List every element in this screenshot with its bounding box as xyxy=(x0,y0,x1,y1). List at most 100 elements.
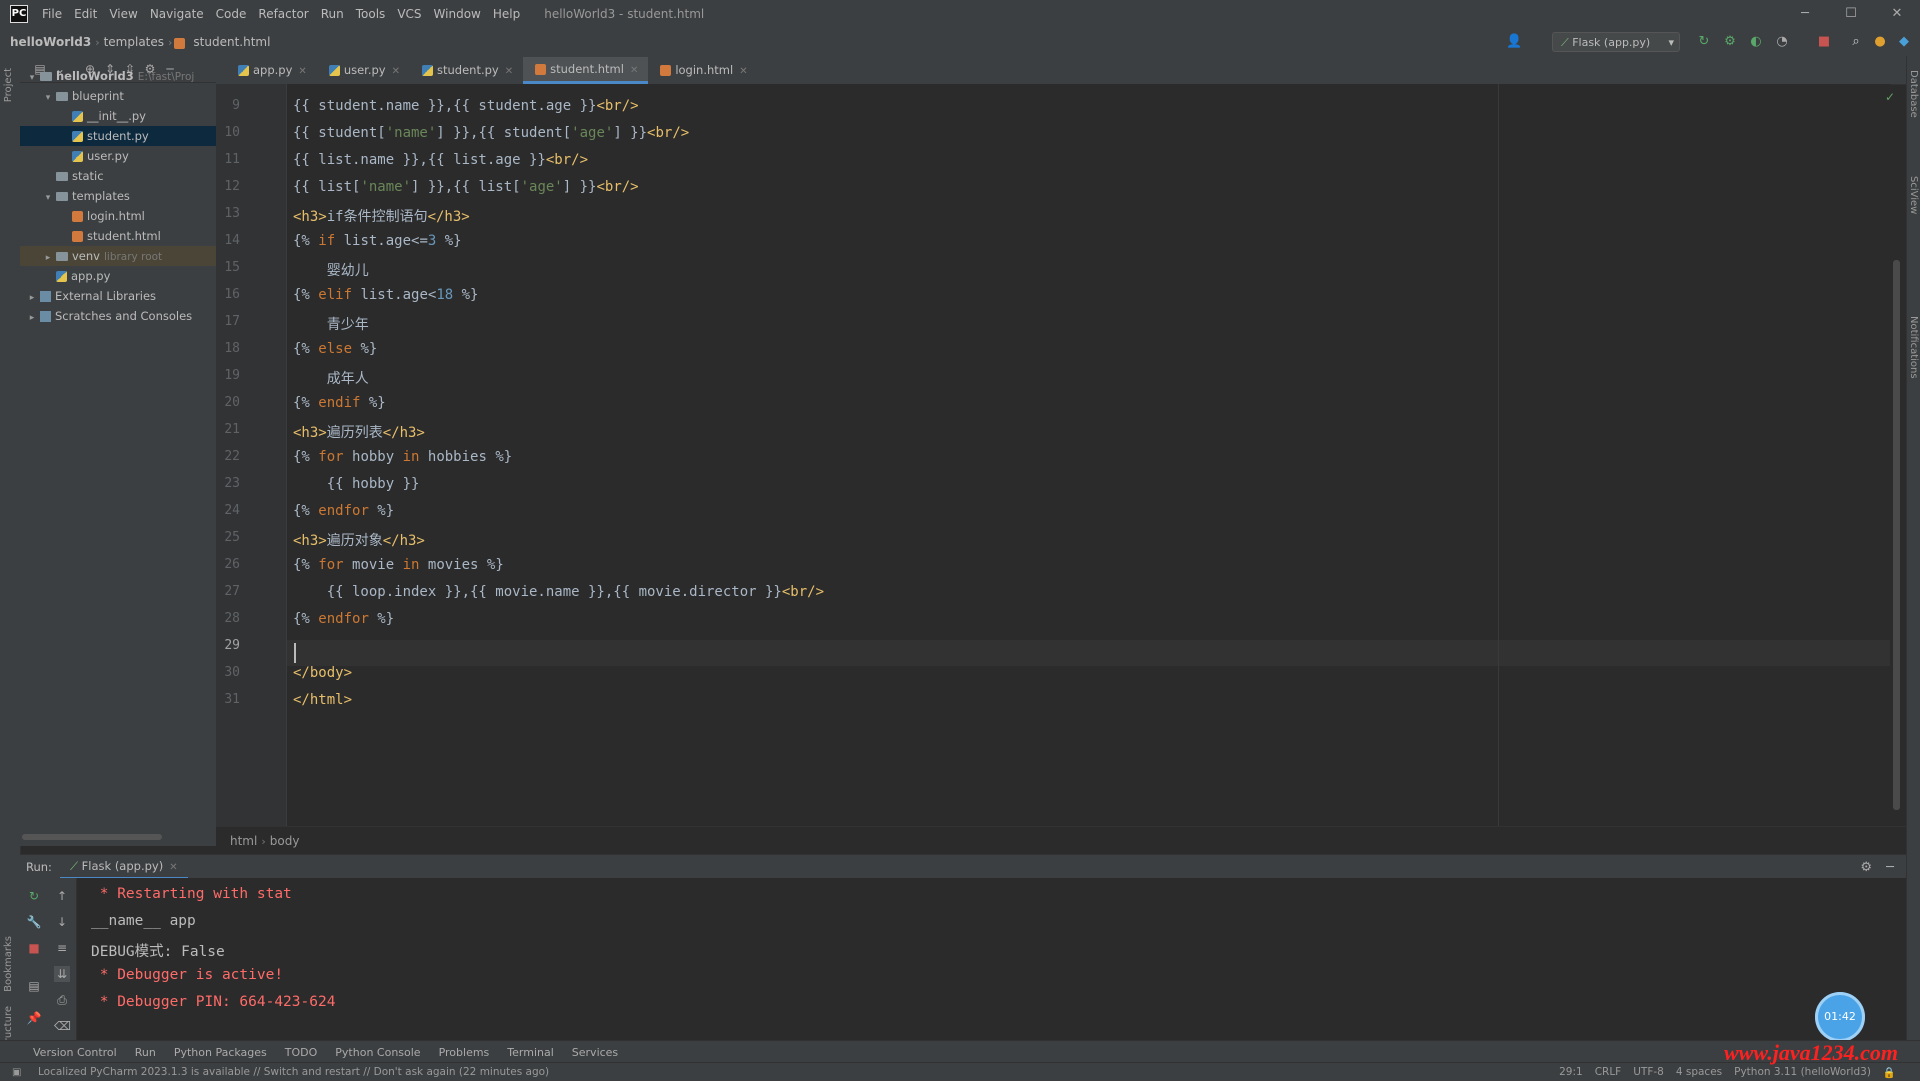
editor-vertical-scrollbar[interactable] xyxy=(1893,260,1900,810)
chevron-down-icon[interactable]: ▾ xyxy=(26,68,38,88)
chevron-right-icon[interactable]: ▸ xyxy=(26,288,38,308)
project-tool-button[interactable]: Project xyxy=(3,68,14,102)
stop-icon[interactable]: ■ xyxy=(26,940,42,956)
tree-item[interactable]: ▾ templates xyxy=(20,186,216,206)
arrow-down-icon[interactable]: ↓ xyxy=(54,914,70,930)
tool-python-packages[interactable]: Python Packages xyxy=(165,1046,276,1059)
chevron-down-icon[interactable]: ▾ xyxy=(42,88,54,108)
run-tab[interactable]: ⟋ Flask (app.py) ✕ xyxy=(59,855,188,879)
close-icon[interactable]: ✕ xyxy=(630,65,638,76)
tree-item[interactable]: student.html xyxy=(20,226,216,246)
menu-navigate[interactable]: Navigate xyxy=(144,0,210,28)
indent-setting[interactable]: 4 spaces xyxy=(1670,1066,1728,1078)
run-configuration-select[interactable]: ⟋ Flask (app.py) ▾ xyxy=(1552,32,1680,52)
menu-vcs[interactable]: VCS xyxy=(391,0,427,28)
python-interpreter[interactable]: Python 3.11 (helloWorld3) xyxy=(1728,1066,1877,1078)
menu-edit[interactable]: Edit xyxy=(68,0,103,28)
tool-python-console[interactable]: Python Console xyxy=(326,1046,429,1059)
tree-item[interactable]: user.py xyxy=(20,146,216,166)
tab-student-html[interactable]: student.html ✕ xyxy=(523,57,649,84)
maximize-button[interactable]: ☐ xyxy=(1828,0,1874,28)
soft-wrap-icon[interactable]: ≡ xyxy=(54,940,70,956)
file-encoding[interactable]: UTF-8 xyxy=(1627,1066,1670,1078)
wrench-icon[interactable]: 🔧 xyxy=(26,914,42,930)
close-icon[interactable]: ✕ xyxy=(739,66,747,77)
minimize-button[interactable]: ─ xyxy=(1782,0,1828,28)
hide-panel-icon[interactable]: ─ xyxy=(1886,860,1894,875)
breadcrumb-html[interactable]: html xyxy=(226,834,261,848)
close-icon[interactable]: ✕ xyxy=(298,66,306,77)
check-icon[interactable]: ✓ xyxy=(1885,90,1895,104)
debug-icon[interactable]: ⚙ xyxy=(1722,34,1738,50)
tree-horizontal-scrollbar[interactable] xyxy=(22,834,162,840)
menu-tools[interactable]: Tools xyxy=(350,0,392,28)
notifications-tool-button[interactable]: Notifications xyxy=(1908,316,1919,379)
print-icon[interactable]: ⎙ xyxy=(54,992,70,1008)
nav-crumb-file[interactable]: student.html xyxy=(189,35,274,49)
rerun-icon[interactable]: ↻ xyxy=(26,888,42,904)
nav-crumb-folder[interactable]: templates xyxy=(100,35,168,49)
database-tool-button[interactable]: Database xyxy=(1908,70,1919,118)
stop-icon[interactable]: ■ xyxy=(1816,34,1832,50)
trash-icon[interactable]: ⌫ xyxy=(54,1018,71,1034)
chevron-right-icon[interactable]: ▸ xyxy=(26,308,38,328)
close-button[interactable]: ✕ xyxy=(1874,0,1920,28)
chevron-right-icon[interactable]: ▸ xyxy=(42,248,54,268)
tab-app-py[interactable]: app.py ✕ xyxy=(226,57,317,84)
menu-file[interactable]: File xyxy=(36,0,68,28)
updates-icon[interactable]: ● xyxy=(1872,34,1888,50)
status-message[interactable]: Localized PyCharm 2023.1.3 is available … xyxy=(38,1066,549,1078)
pycharm-logo-icon[interactable]: PC xyxy=(10,5,28,23)
tree-item[interactable]: ▸ External Libraries xyxy=(20,286,216,306)
tree-item[interactable]: static xyxy=(20,166,216,186)
close-icon[interactable]: ✕ xyxy=(392,66,400,77)
tab-user-py[interactable]: user.py ✕ xyxy=(317,57,410,84)
caret-position[interactable]: 29:1 xyxy=(1553,1066,1589,1078)
tool-run[interactable]: Run xyxy=(126,1046,165,1059)
tool-problems[interactable]: Problems xyxy=(430,1046,499,1059)
tree-item[interactable]: ▸ Scratches and Consoles xyxy=(20,306,216,326)
profile-icon[interactable]: ◔ xyxy=(1774,34,1790,50)
search-icon[interactable]: ⌕ xyxy=(1848,34,1864,50)
menu-refactor[interactable]: Refactor xyxy=(252,0,314,28)
pin-icon[interactable]: 📌 xyxy=(26,1010,42,1026)
sciview-tool-button[interactable]: SciView xyxy=(1908,176,1919,214)
menu-view[interactable]: View xyxy=(103,0,143,28)
close-icon[interactable]: ✕ xyxy=(505,66,513,77)
tool-version-control[interactable]: Version Control xyxy=(24,1046,126,1059)
tree-item[interactable]: ▾ blueprint xyxy=(20,86,216,106)
scroll-to-end-icon[interactable]: ⇊ xyxy=(54,966,70,982)
chevron-down-icon[interactable]: ▾ xyxy=(42,188,54,208)
tool-todo[interactable]: TODO xyxy=(276,1046,327,1059)
coverage-icon[interactable]: ◐ xyxy=(1748,34,1764,50)
code-text[interactable]: {{ student.name }},{{ student.age }}<br/… xyxy=(287,84,1887,826)
tree-item[interactable]: ▾ helloWorld3 E:\fast\Proj xyxy=(20,66,216,86)
arrow-up-icon[interactable]: ↑ xyxy=(54,888,70,904)
bookmarks-tool-button[interactable]: Bookmarks xyxy=(3,936,14,992)
tree-item[interactable]: app.py xyxy=(20,266,216,286)
menu-window[interactable]: Window xyxy=(428,0,487,28)
tree-item[interactable]: ▸ venv library root xyxy=(20,246,216,266)
menu-code[interactable]: Code xyxy=(210,0,253,28)
tool-services[interactable]: Services xyxy=(563,1046,627,1059)
nav-crumb-project[interactable]: helloWorld3 xyxy=(6,35,95,49)
tree-item[interactable]: login.html xyxy=(20,206,216,226)
plugin-icon[interactable]: ◆ xyxy=(1896,34,1912,50)
run-console[interactable]: * Restarting with stat __name__ app DEBUG模… xyxy=(77,878,1906,1046)
tool-terminal[interactable]: Terminal xyxy=(498,1046,563,1059)
menu-run[interactable]: Run xyxy=(315,0,350,28)
user-icon[interactable]: 👤 xyxy=(1506,34,1522,50)
breadcrumb-body[interactable]: body xyxy=(266,834,304,848)
line-separator[interactable]: CRLF xyxy=(1589,1066,1628,1078)
layout-icon[interactable]: ▤ xyxy=(26,978,42,994)
tab-student-py[interactable]: student.py ✕ xyxy=(410,57,523,84)
tree-item[interactable]: student.py xyxy=(20,126,216,146)
gear-icon[interactable]: ⚙ xyxy=(1860,860,1872,875)
tree-item[interactable]: __init__.py xyxy=(20,106,216,126)
notification-icon[interactable]: ▣ xyxy=(12,1067,21,1078)
tab-login-html[interactable]: login.html ✕ xyxy=(648,57,757,84)
lock-icon[interactable]: 🔒 xyxy=(1877,1066,1902,1079)
menu-help[interactable]: Help xyxy=(487,0,526,28)
rerun-icon[interactable]: ↻ xyxy=(1696,34,1712,50)
close-icon[interactable]: ✕ xyxy=(169,862,177,873)
